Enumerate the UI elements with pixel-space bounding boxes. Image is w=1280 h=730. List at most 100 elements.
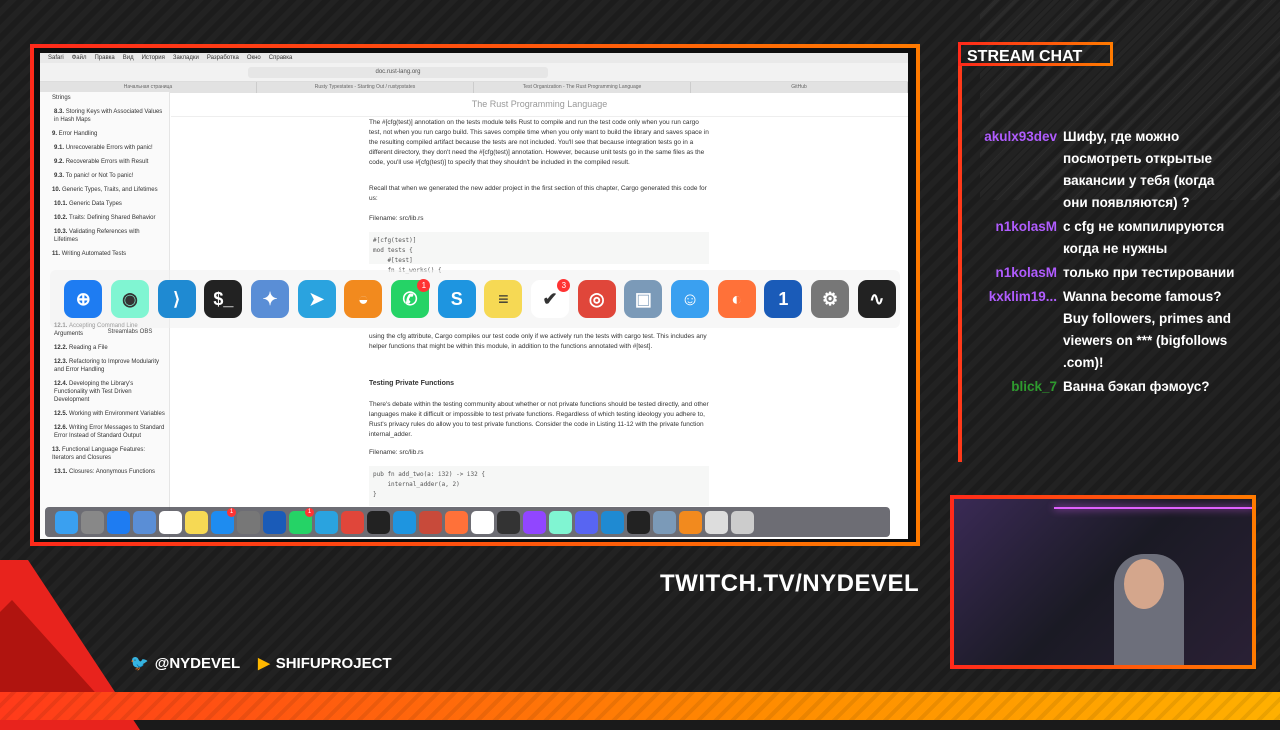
terminal-icon[interactable]: $_	[204, 280, 243, 318]
menu-item-8[interactable]: Справка	[269, 55, 293, 61]
paragraph-4: There's debate within the testing commun…	[369, 401, 709, 438]
menu-item-5[interactable]: Закладки	[173, 55, 199, 61]
notes-dock-icon[interactable]	[185, 510, 208, 534]
finder-app[interactable]: ☺	[667, 276, 714, 323]
sidebar-item[interactable]: 12.3. Refactoring to Improve Modularity …	[52, 358, 165, 374]
trash-dock-icon[interactable]	[731, 510, 754, 534]
chat-username[interactable]: akulx93dev	[965, 126, 1063, 214]
vpn-app[interactable]: ◒	[340, 276, 387, 323]
telegram-icon[interactable]: ➤	[297, 280, 336, 318]
streamlabs-obs-icon[interactable]: ◉	[111, 280, 149, 318]
chat-username[interactable]: blick_7	[965, 376, 1063, 398]
documents-dock-icon[interactable]	[705, 510, 728, 534]
dbeaver-dock-icon[interactable]	[419, 510, 442, 534]
preview-icon[interactable]: ✦	[251, 280, 290, 318]
menu-item-3[interactable]: Вид	[123, 55, 134, 61]
sidebar-item[interactable]: 13. Functional Language Features: Iterat…	[52, 446, 165, 462]
firefox-icon[interactable]: ◐	[717, 280, 756, 318]
app-store-dock-icon[interactable]: 1	[211, 507, 236, 534]
vscode-dock-icon[interactable]	[601, 510, 624, 534]
finder-dock-icon[interactable]	[55, 510, 78, 534]
firefox-dock-icon[interactable]	[445, 510, 468, 534]
1password-icon[interactable]: 1	[764, 280, 803, 318]
safari-icon[interactable]: ⊕	[64, 280, 103, 318]
sidebar-item[interactable]: Strings	[52, 94, 165, 102]
terminal-dock-icon[interactable]	[367, 510, 390, 534]
calendar-dock-icon[interactable]	[159, 510, 182, 534]
sidebar-item[interactable]: 9.2. Recoverable Errors with Result	[52, 158, 165, 166]
chat-username[interactable]: n1kolasM	[965, 216, 1063, 260]
tasks-dock-icon[interactable]	[471, 510, 494, 534]
notes-app[interactable]: ≡	[480, 276, 527, 323]
sidebar-item[interactable]: 11. Writing Automated Tests	[52, 250, 165, 258]
chrome-dock-icon[interactable]	[341, 510, 364, 534]
twitch-dock-icon[interactable]	[523, 510, 546, 534]
menu-item-7[interactable]: Окно	[247, 55, 261, 61]
image-viewer-icon[interactable]: ▣	[624, 280, 663, 318]
menu-item-2[interactable]: Правка	[94, 55, 114, 61]
menu-item-1[interactable]: Файл	[72, 55, 87, 61]
sidebar-item[interactable]: 10.2. Traits: Defining Shared Behavior	[52, 214, 165, 222]
activity-monitor-icon[interactable]: ∿	[857, 280, 896, 318]
streamlabs-dock-icon[interactable]	[549, 510, 572, 534]
safari-dock-icon[interactable]	[107, 510, 130, 534]
sidebar-item[interactable]: 12.6. Writing Error Messages to Standard…	[52, 424, 165, 440]
sidebar-item[interactable]: 10. Generic Types, Traits, and Lifetimes	[52, 186, 165, 194]
chat-username[interactable]: kxklim19...	[965, 286, 1063, 374]
sidebar-item[interactable]: 8.3. Storing Keys with Associated Values…	[52, 108, 165, 124]
telegram-app[interactable]: ➤	[293, 276, 340, 323]
sidebar-item[interactable]: 9.3. To panic! or Not To panic!	[52, 172, 165, 180]
sidebar-item[interactable]: 12.2. Reading a File	[52, 344, 165, 352]
system-preferences-icon[interactable]: ⚙	[811, 280, 850, 318]
1password-dock-icon[interactable]	[263, 510, 286, 534]
sidebar-item[interactable]: 12.4. Developing the Library's Functiona…	[52, 380, 165, 404]
tasks-app[interactable]: ✔ 3	[527, 276, 574, 323]
whatsapp-app[interactable]: ✆ 1	[387, 276, 434, 323]
url-bar[interactable]: doc.rust-lang.org	[248, 66, 548, 78]
app-label: Streamlabs OBS	[107, 328, 153, 335]
chrome-icon[interactable]: ◎	[577, 280, 616, 318]
mac-dock: 11	[45, 507, 890, 537]
sidebar-item-label: Functional Language Features: Iterators …	[52, 447, 146, 461]
sidebar-item[interactable]: 9.1. Unrecoverable Errors with panic!	[52, 144, 165, 152]
menu-item-0[interactable]: Safari	[48, 55, 64, 61]
chrome-app[interactable]: ◎	[573, 276, 620, 323]
vscode-icon[interactable]: ⟩	[157, 280, 196, 318]
skype-dock-icon[interactable]	[393, 510, 416, 534]
chat-username[interactable]: n1kolasM	[965, 262, 1063, 284]
discord-dock-icon[interactable]	[575, 510, 598, 534]
whatsapp-dock-icon[interactable]: 1	[289, 507, 314, 534]
launchpad-dock-icon[interactable]	[81, 510, 104, 534]
vpn-icon[interactable]: ◒	[344, 280, 383, 318]
preview-app[interactable]: ✦	[247, 276, 294, 323]
menu-item-4[interactable]: История	[142, 55, 165, 61]
skype-app[interactable]: S	[433, 276, 480, 323]
sidebar-item[interactable]: 10.1. Generic Data Types	[52, 200, 165, 208]
sidebar-item-label: Unrecoverable Errors with panic!	[65, 145, 153, 151]
sidebar-item-label: Writing Automated Tests	[61, 251, 127, 257]
sidebar-item[interactable]: 13.1. Closures: Anonymous Functions	[52, 468, 165, 476]
activity-monitor-dock-icon[interactable]	[627, 510, 650, 534]
vscode-app[interactable]: ⟩	[153, 276, 200, 323]
firefox-app[interactable]: ◐	[713, 276, 760, 323]
telegram-dock-icon[interactable]	[315, 510, 338, 534]
notes-icon[interactable]: ≡	[484, 280, 523, 318]
streamlabs-obs-app[interactable]: ◉ Streamlabs OBS	[107, 276, 154, 335]
system-preferences-app[interactable]: ⚙	[807, 276, 854, 323]
sidebar-item[interactable]: 9. Error Handling	[52, 130, 165, 138]
menu-item-6[interactable]: Разработка	[207, 55, 239, 61]
sidebar-item[interactable]: 10.3. Validating References with Lifetim…	[52, 228, 165, 244]
safari-app[interactable]: ⊕	[60, 276, 107, 323]
1password-app[interactable]: 1	[760, 276, 807, 323]
terminal-app[interactable]: $_	[200, 276, 247, 323]
image-viewer-dock-icon[interactable]	[653, 510, 676, 534]
vpn-dock-icon[interactable]	[679, 510, 702, 534]
obs-dock-icon[interactable]	[497, 510, 520, 534]
skype-icon[interactable]: S	[437, 280, 476, 318]
settings-dock-icon[interactable]	[237, 510, 260, 534]
finder-icon[interactable]: ☺	[671, 280, 710, 318]
activity-monitor-app[interactable]: ∿	[853, 276, 900, 323]
image-viewer-app[interactable]: ▣	[620, 276, 667, 323]
preview-dock-icon[interactable]	[133, 510, 156, 534]
sidebar-item[interactable]: 12.5. Working with Environment Variables	[52, 410, 165, 418]
